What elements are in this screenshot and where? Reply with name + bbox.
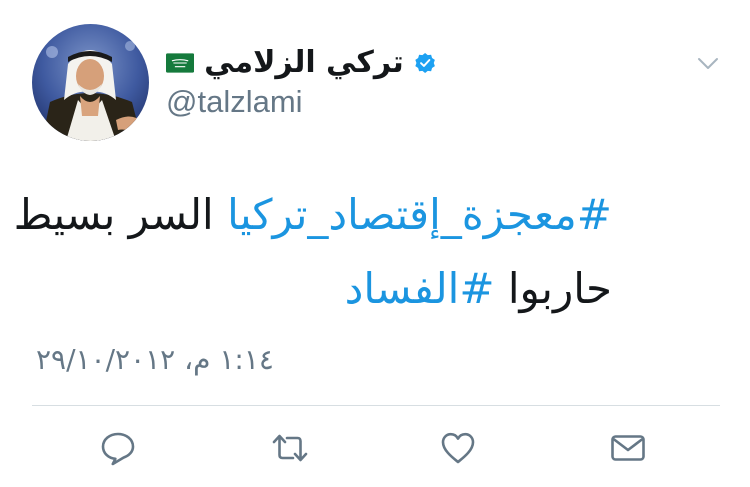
avatar[interactable] [32, 24, 149, 141]
saudi-arabia-flag-icon [166, 53, 195, 73]
hashtag-link[interactable]: #الفساد [345, 264, 495, 313]
like-button[interactable] [438, 428, 478, 468]
envelope-icon [611, 435, 645, 461]
retweet-button[interactable] [270, 428, 310, 468]
tweet-text-segment: حاربوا [507, 264, 612, 313]
retweet-icon [272, 434, 308, 462]
tweet-text: #معجزة_إقتصاد_تركيا السر بسيط حاربوا #ال… [12, 178, 612, 326]
heart-icon [441, 432, 475, 464]
divider [32, 405, 720, 406]
tweet-line-1: #معجزة_إقتصاد_تركيا السر بسيط [12, 178, 612, 252]
tweet-timestamp[interactable]: ١:١٤ م، ٢٩/١٠/٢٠١٢ [36, 340, 326, 380]
display-name[interactable]: تركي الزلامي [204, 48, 404, 78]
direct-message-button[interactable] [608, 428, 648, 468]
user-handle[interactable]: @talzlami [166, 86, 303, 117]
reply-button[interactable] [98, 428, 138, 468]
chevron-down-icon[interactable] [694, 50, 722, 78]
verified-badge-icon [415, 53, 435, 73]
tweet-line-2: حاربوا #الفساد [12, 252, 612, 326]
hashtag-link[interactable]: #معجزة_إقتصاد_تركيا [227, 190, 612, 239]
tweet-text-segment: السر بسيط [13, 190, 214, 239]
reply-icon [101, 432, 135, 466]
user-name-row: تركي الزلامي [166, 38, 436, 88]
tweet-card: تركي الزلامي @talzlami #معجزة_إقتصاد_ترك… [0, 0, 750, 487]
